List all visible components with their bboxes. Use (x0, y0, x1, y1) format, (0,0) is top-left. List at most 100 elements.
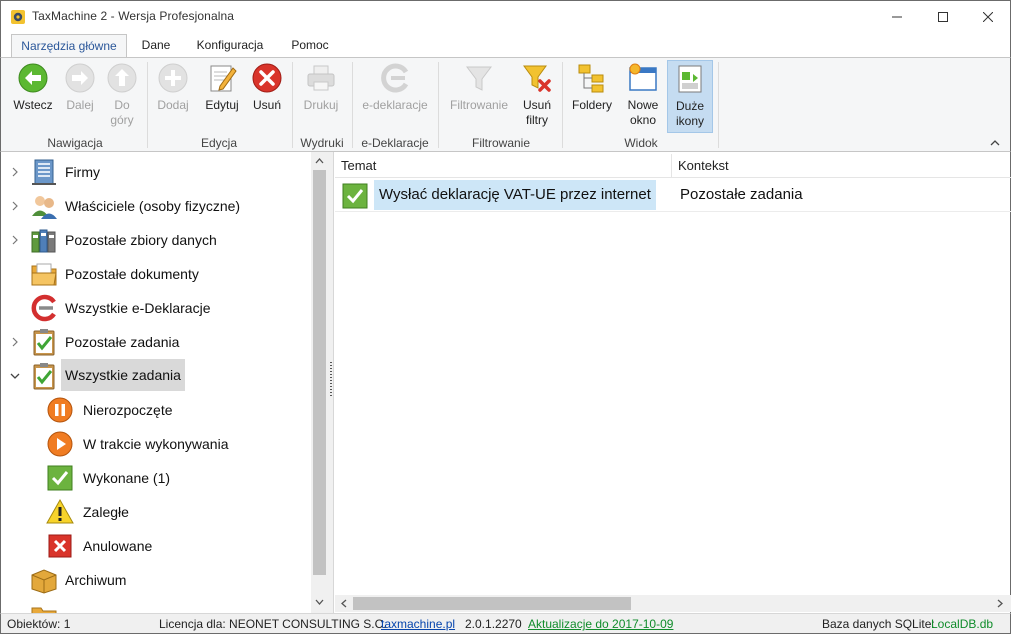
folders-button[interactable]: Foldery (568, 62, 616, 113)
up-label-line1: Do (114, 98, 130, 112)
tree-item-wszystkie-edeklaracje[interactable]: Wszystkie e-Deklaracje (2, 291, 312, 325)
tree-item-label: W trakcie wykonywania (83, 436, 229, 452)
print-button[interactable]: Drukuj (297, 62, 345, 113)
tree-item-archiwum[interactable]: Archiwum (2, 563, 312, 597)
clear-filters-button[interactable]: Usuń filtry (517, 62, 557, 128)
close-button[interactable] (965, 1, 1011, 32)
tree-item-label: Pozostałe zbiory danych (65, 232, 217, 248)
filter-button[interactable]: Filtrowanie (445, 62, 513, 113)
cell-temat[interactable]: Wysłać deklarację VAT-UE przez internet (374, 180, 656, 210)
edeclaration-button[interactable]: e-deklaracje (357, 62, 433, 113)
navigation-tree: Firmy Właściciele (osoby fizyczne) Pozos… (2, 155, 312, 613)
tree-item-wlasciciele[interactable]: Właściciele (osoby fizyczne) (2, 189, 312, 223)
tree-item-label: Wykonane (1) (83, 470, 171, 486)
tree-item-pozostale-zbiory[interactable]: Pozostałe zbiory danych (2, 223, 312, 257)
tree-item-label: Archiwum (65, 572, 127, 588)
tree-item-wykonane[interactable]: Wykonane (1) (2, 461, 312, 495)
status-license: Licencja dla: NEONET CONSULTING S.C. (159, 617, 387, 631)
tree-item-pozostale-zadania[interactable]: Pozostałe zadania (2, 325, 312, 359)
edeclaration-icon (31, 294, 56, 322)
back-button[interactable]: Wstecz (9, 62, 57, 113)
column-header-kontekst[interactable]: Kontekst (672, 154, 729, 178)
tab-narzedzia-glowne[interactable]: Narzędzia główne (11, 34, 127, 59)
status-object-count: Obiektów: 1 (7, 617, 71, 631)
check-icon (342, 183, 368, 209)
maximize-button[interactable] (920, 1, 966, 32)
status-website-link[interactable]: taxmachine.pl (381, 617, 455, 631)
content-area: Firmy Właściciele (osoby fizyczne) Pozos… (0, 152, 1011, 613)
delete-button[interactable]: Usuń (249, 62, 285, 113)
tab-dane[interactable]: Dane (131, 34, 181, 58)
delete-icon (252, 63, 282, 93)
grid-horizontal-scrollbar[interactable] (335, 595, 1011, 612)
tree-item-partial[interactable] (2, 597, 312, 613)
group-separator (718, 62, 719, 148)
edeclaration-label: e-deklaracje (362, 98, 428, 112)
clear-filter-icon (523, 65, 551, 92)
up-label-line2: góry (110, 113, 134, 127)
chevron-right-icon[interactable] (10, 235, 20, 245)
warning-icon (46, 498, 74, 524)
tree-item-label: Nierozpoczęte (83, 402, 173, 418)
chevron-right-icon[interactable] (10, 201, 20, 211)
play-icon (47, 431, 73, 457)
tab-konfiguracja[interactable]: Konfiguracja (187, 34, 273, 58)
tree-scrollbar-thumb[interactable] (313, 170, 326, 575)
filter-label: Filtrowanie (449, 98, 509, 112)
chevron-right-icon[interactable] (10, 337, 20, 347)
scroll-up-icon[interactable] (315, 157, 324, 164)
group-label-edeklaracje: e-Deklaracje (361, 136, 429, 150)
status-bar: Obiektów: 1 Licencja dla: NEONET CONSULT… (0, 613, 1011, 634)
grid-header: Temat Kontekst (335, 154, 1011, 178)
group-label-edycja: Edycja (200, 136, 238, 150)
tree-item-nierozpoczete[interactable]: Nierozpoczęte (2, 393, 312, 427)
large-icons-icon (678, 65, 702, 93)
collapse-ribbon-icon[interactable] (990, 138, 1000, 146)
people-icon (32, 196, 57, 219)
cancel-icon (48, 534, 72, 558)
new-window-button[interactable]: Nowe okno (622, 62, 664, 128)
tree-item-label: Wszystkie zadania (61, 359, 185, 391)
tree-item-label: Pozostałe dokumenty (65, 266, 199, 282)
clipboard-check-icon (33, 329, 55, 356)
tree-item-anulowane[interactable]: Anulowane (2, 529, 312, 563)
delete-label: Usuń (252, 98, 281, 112)
add-button[interactable]: Dodaj (153, 62, 193, 113)
column-header-temat[interactable]: Temat (335, 154, 376, 178)
tree-item-firmy[interactable]: Firmy (2, 155, 312, 189)
scroll-left-icon[interactable] (340, 599, 347, 608)
tree-item-label: Zaległe (83, 504, 129, 520)
scroll-right-icon[interactable] (997, 599, 1004, 608)
edit-button[interactable]: Edytuj (199, 62, 245, 113)
splitter-grip[interactable] (330, 362, 332, 398)
table-row[interactable]: Wysłać deklarację VAT-UE przez internet … (335, 178, 1011, 212)
status-update-link[interactable]: Aktualizacje do 2017-10-09 (528, 617, 673, 631)
large-icons-button[interactable]: Duże ikony (667, 60, 713, 133)
pause-icon (47, 397, 73, 423)
tree-item-label: Anulowane (83, 538, 153, 554)
cell-kontekst[interactable]: Pozostałe zadania (680, 180, 803, 210)
tab-pomoc[interactable]: Pomoc (281, 34, 339, 58)
tree-item-label: Pozostałe zadania (65, 334, 180, 350)
group-label-nawigacja: Nawigacja (47, 136, 103, 150)
ribbon-tab-bar: Narzędzia główne Dane Konfiguracja Pomoc (0, 32, 1011, 59)
forward-label: Dalej (66, 98, 94, 112)
tree-item-w-trakcie[interactable]: W trakcie wykonywania (2, 427, 312, 461)
chevron-right-icon[interactable] (10, 167, 20, 177)
forward-button[interactable]: Dalej (59, 62, 101, 113)
edit-label: Edytuj (205, 98, 239, 112)
chevron-down-icon[interactable] (10, 371, 20, 381)
tree-item-wszystkie-zadania[interactable]: Wszystkie zadania (2, 359, 312, 393)
tree-item-pozostale-dokumenty[interactable]: Pozostałe dokumenty (2, 257, 312, 291)
folder-icon (31, 607, 57, 613)
minimize-button[interactable] (874, 1, 920, 32)
building-icon (32, 159, 56, 185)
grid-scrollbar-thumb[interactable] (353, 597, 631, 610)
tree-item-zalegle[interactable]: Zaległe (2, 495, 312, 529)
window-title: TaxMachine 2 - Wersja Profesjonalna (32, 9, 235, 23)
folder-documents-icon (31, 263, 57, 286)
add-icon (158, 63, 188, 93)
tree-vertical-scrollbar[interactable] (311, 152, 328, 613)
scroll-down-icon[interactable] (315, 599, 324, 606)
up-button[interactable]: Do góry (103, 62, 141, 128)
